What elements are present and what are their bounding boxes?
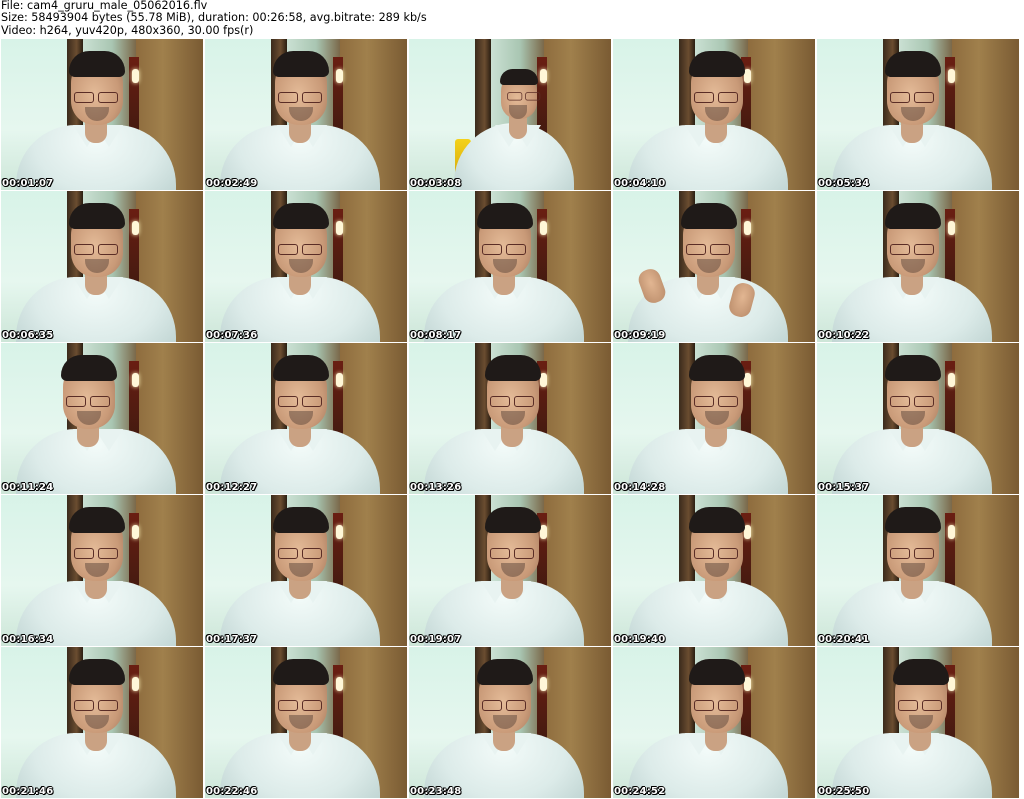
- thumbnail: 00:24:52: [613, 647, 815, 798]
- thumbnail: 00:16:34: [1, 495, 203, 646]
- thumbnail: 00:14:28: [613, 343, 815, 494]
- thumbnail-timestamp: 00:21:46: [2, 786, 54, 797]
- thumbnail-timestamp: 00:09:19: [614, 330, 666, 341]
- thumbnail: 00:25:50: [817, 647, 1019, 798]
- thumbnail: 00:17:37: [205, 495, 407, 646]
- thumbnail: 00:08:17: [409, 191, 611, 342]
- thumbnail-timestamp: 00:20:41: [818, 634, 870, 645]
- thumbnail: 00:19:07: [409, 495, 611, 646]
- thumbnail-timestamp: 00:17:37: [206, 634, 258, 645]
- thumbnail-timestamp: 00:05:34: [818, 178, 870, 189]
- thumbnail-timestamp: 00:19:40: [614, 634, 666, 645]
- thumbnail: 00:22:46: [205, 647, 407, 798]
- thumbnail-timestamp: 00:06:35: [2, 330, 54, 341]
- thumbnail: 00:02:49: [205, 39, 407, 190]
- thumbnail-timestamp: 00:03:08: [410, 178, 462, 189]
- thumbnail: 00:01:07: [1, 39, 203, 190]
- thumbnail: 00:03:08: [409, 39, 611, 190]
- thumbnail-timestamp: 00:25:50: [818, 786, 870, 797]
- thumbnail-timestamp: 00:12:27: [206, 482, 258, 493]
- thumbnail-timestamp: 00:15:37: [818, 482, 870, 493]
- thumbnail: 00:13:26: [409, 343, 611, 494]
- thumbnail: 00:09:19: [613, 191, 815, 342]
- video-info-line: Video: h264, yuv420p, 480x360, 30.00 fps…: [1, 23, 254, 37]
- thumbnail: 00:05:34: [817, 39, 1019, 190]
- thumbnail: 00:21:46: [1, 647, 203, 798]
- thumbnail-timestamp: 00:19:07: [410, 634, 462, 645]
- thumbnail: 00:20:41: [817, 495, 1019, 646]
- thumbnail: 00:04:10: [613, 39, 815, 190]
- thumbnail: 00:15:37: [817, 343, 1019, 494]
- file-info-header: File: cam4_gruru_male_05062016.flv Size:…: [1, 0, 1021, 38]
- thumbnail-timestamp: 00:22:46: [206, 786, 258, 797]
- thumbnail-timestamp: 00:10:22: [818, 330, 870, 341]
- thumbnail: 00:23:48: [409, 647, 611, 798]
- thumbnail-timestamp: 00:01:07: [2, 178, 54, 189]
- file-size-line: Size: 58493904 bytes (55.78 MiB), durati…: [1, 11, 427, 25]
- thumbnail-timestamp: 00:23:48: [410, 786, 462, 797]
- thumbnail-timestamp: 00:24:52: [614, 786, 666, 797]
- thumbnail-timestamp: 00:11:24: [2, 482, 54, 493]
- thumbnail: 00:19:40: [613, 495, 815, 646]
- thumbnail-timestamp: 00:07:36: [206, 330, 258, 341]
- thumbnail-timestamp: 00:08:17: [410, 330, 462, 341]
- thumbnail: 00:06:35: [1, 191, 203, 342]
- thumbnail: 00:12:27: [205, 343, 407, 494]
- thumbnail-timestamp: 00:16:34: [2, 634, 54, 645]
- thumbnail-timestamp: 00:13:26: [410, 482, 462, 493]
- thumbnail-timestamp: 00:02:49: [206, 178, 258, 189]
- thumbnail-timestamp: 00:14:28: [614, 482, 666, 493]
- thumbnail: 00:11:24: [1, 343, 203, 494]
- thumbnail: 00:10:22: [817, 191, 1019, 342]
- thumbnail: 00:07:36: [205, 191, 407, 342]
- thumbnail-grid: 00:01:07 00:02:49 00:03:08 00:04:10 00:0…: [1, 39, 1019, 798]
- thumbnail-timestamp: 00:04:10: [614, 178, 666, 189]
